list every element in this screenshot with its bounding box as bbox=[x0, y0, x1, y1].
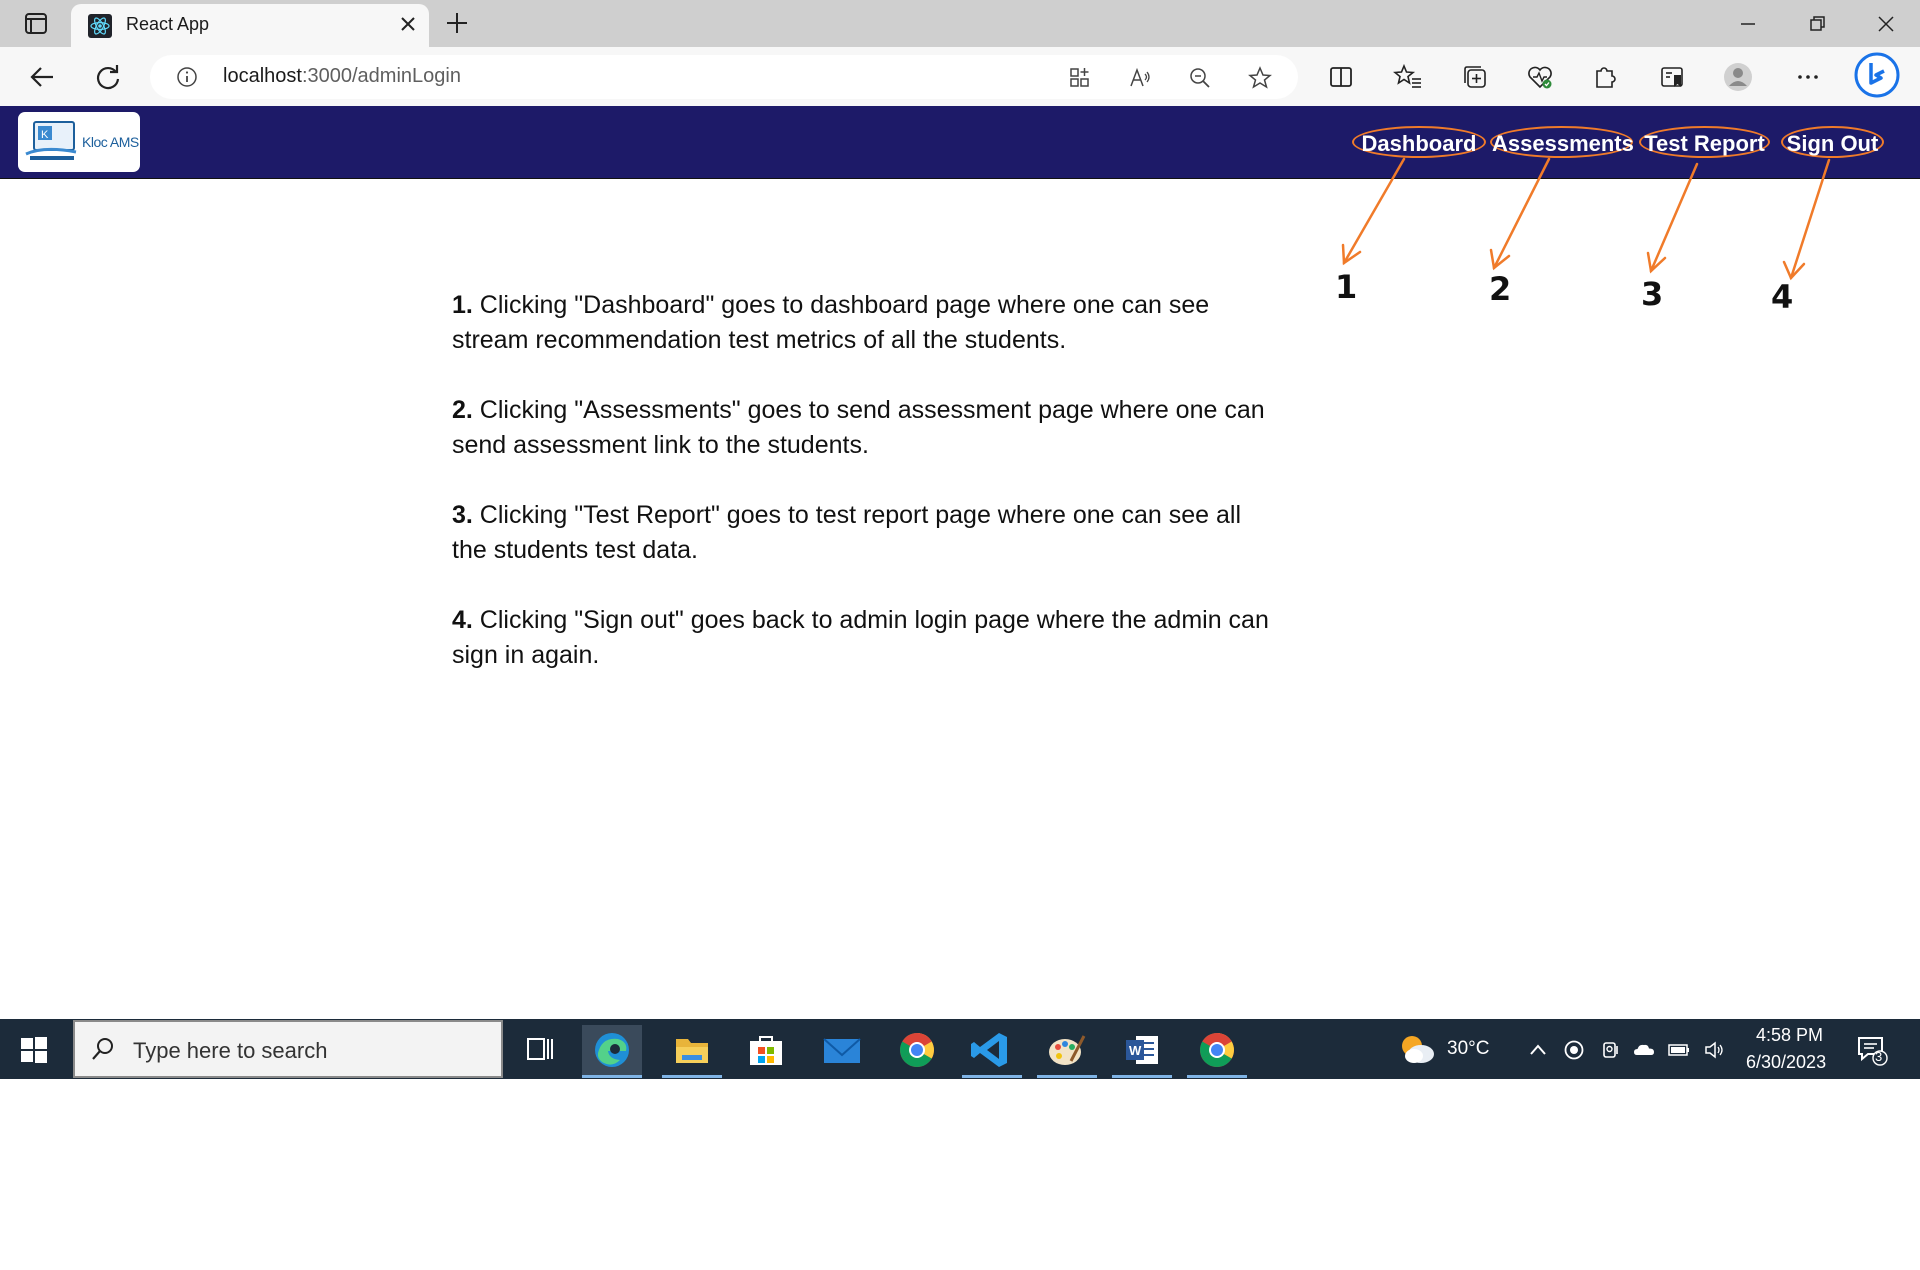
volume-icon[interactable] bbox=[1703, 1039, 1725, 1061]
taskbar-vscode[interactable] bbox=[962, 1025, 1022, 1078]
svg-text:W: W bbox=[1129, 1043, 1142, 1058]
mail-icon[interactable] bbox=[812, 1025, 872, 1075]
taskbar-edge[interactable] bbox=[582, 1025, 642, 1078]
search-icon bbox=[92, 1038, 113, 1060]
task-view-icon[interactable] bbox=[510, 1025, 570, 1075]
instruction-body: Clicking "Dashboard" goes to dashboard p… bbox=[452, 291, 1210, 354]
weather-temperature[interactable]: 30°C bbox=[1447, 1038, 1489, 1060]
running-indicator bbox=[662, 1075, 722, 1078]
annotation-arrow-4 bbox=[1789, 158, 1831, 280]
clock-time[interactable]: 4:58 PM bbox=[1756, 1025, 1823, 1046]
annotation-number-1: 1 bbox=[1335, 268, 1358, 306]
word-icon: W bbox=[1126, 1036, 1158, 1064]
notifications-icon[interactable] bbox=[1856, 1034, 1888, 1066]
annotation-number-2: 2 bbox=[1489, 270, 1512, 308]
chrome-icon bbox=[1200, 1033, 1234, 1067]
annotation-arrow-2 bbox=[1492, 157, 1551, 270]
instruction-number: 1. bbox=[452, 291, 473, 319]
record-icon[interactable] bbox=[1563, 1039, 1585, 1061]
taskbar-chrome-active[interactable] bbox=[1187, 1025, 1247, 1078]
battery-icon[interactable] bbox=[1668, 1039, 1690, 1061]
meet-now-icon[interactable] bbox=[1599, 1039, 1621, 1061]
instruction-body: Clicking "Test Report" goes to test repo… bbox=[452, 501, 1242, 564]
instruction-3: 3. Clicking "Test Report" goes to test r… bbox=[452, 498, 1272, 568]
instruction-2: 2. Clicking "Assessments" goes to send a… bbox=[452, 393, 1272, 463]
running-indicator bbox=[1187, 1075, 1247, 1078]
notification-count: 3 bbox=[1875, 1049, 1883, 1064]
active-indicator bbox=[582, 1075, 642, 1078]
instruction-4: 4. Clicking "Sign out" goes back to admi… bbox=[452, 603, 1272, 673]
annotation-arrow-3 bbox=[1649, 162, 1699, 273]
search-placeholder: Type here to search bbox=[133, 1038, 328, 1063]
paint-palette-icon bbox=[1049, 1035, 1086, 1065]
instruction-number: 3. bbox=[452, 501, 473, 529]
clock-date[interactable]: 6/30/2023 bbox=[1746, 1052, 1826, 1073]
weather-icon[interactable] bbox=[1397, 1030, 1437, 1068]
onedrive-cloud-icon[interactable] bbox=[1633, 1039, 1655, 1061]
running-indicator bbox=[1112, 1075, 1172, 1078]
instruction-number: 4. bbox=[452, 606, 473, 634]
running-indicator bbox=[1037, 1075, 1097, 1078]
taskbar-word[interactable]: W bbox=[1112, 1025, 1172, 1078]
folder-icon bbox=[676, 1039, 708, 1063]
instruction-1: 1. Clicking "Dashboard" goes to dashboar… bbox=[452, 288, 1272, 358]
running-indicator bbox=[962, 1075, 1022, 1078]
annotation-arrow-1 bbox=[1342, 157, 1406, 265]
instruction-number: 2. bbox=[452, 396, 473, 424]
windows-taskbar: Type here to search W 30°C 4:58 PM 6/30/… bbox=[0, 1019, 1920, 1079]
instruction-body: Clicking "Sign out" goes back to admin l… bbox=[452, 606, 1269, 669]
show-hidden-icons-icon[interactable] bbox=[1527, 1039, 1549, 1061]
annotation-number-4: 4 bbox=[1771, 278, 1794, 316]
annotation-arrowhead-2 bbox=[1489, 248, 1511, 271]
microsoft-store-icon[interactable] bbox=[736, 1025, 796, 1075]
taskbar-paint[interactable] bbox=[1037, 1025, 1097, 1078]
instruction-body: Clicking "Assessments" goes to send asse… bbox=[452, 396, 1265, 459]
chrome-icon[interactable] bbox=[887, 1025, 947, 1075]
taskbar-file-explorer[interactable] bbox=[662, 1025, 722, 1078]
vscode-icon bbox=[971, 1033, 1007, 1067]
taskbar-search-box[interactable]: Type here to search bbox=[73, 1020, 503, 1078]
instructions-text: 1. Clicking "Dashboard" goes to dashboar… bbox=[452, 288, 1272, 708]
edge-icon bbox=[595, 1033, 629, 1067]
annotation-number-3: 3 bbox=[1641, 275, 1664, 313]
windows-start-icon[interactable] bbox=[20, 1036, 48, 1064]
